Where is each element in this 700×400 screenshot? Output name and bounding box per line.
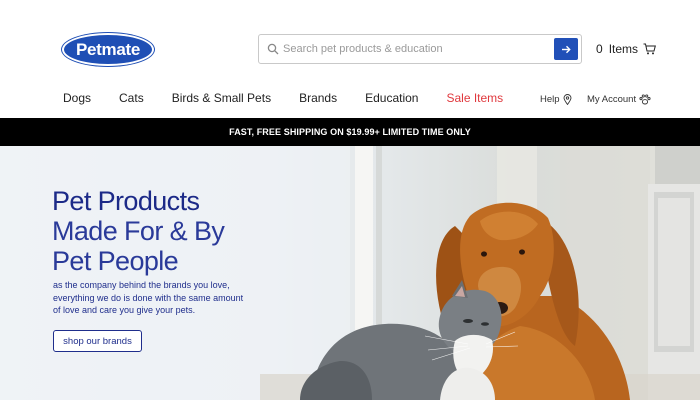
search-input[interactable] [283,39,551,59]
cart-label: Items [608,42,639,56]
shop-our-brands-button[interactable]: shop our brands [53,330,142,352]
help-link[interactable]: Help [540,92,572,106]
logo-text: Petmate [75,39,141,59]
cart-count: 0 [596,42,603,56]
help-label: Help [540,93,560,105]
hero-description: as the company behind the brands you lov… [53,279,253,317]
petmate-logo[interactable]: Petmate [62,33,154,66]
paw-icon [639,93,651,104]
search-submit-button[interactable] [554,38,578,60]
hero-heading-line-3: Pet People [52,246,179,276]
nav-item-dogs[interactable]: Dogs [63,91,91,107]
hero-heading-line-2: Made For & By [52,216,225,246]
arrow-right-icon [562,45,571,53]
my-account-label: My Account [587,93,637,105]
nav-item-sale-items[interactable]: Sale Items [446,91,503,107]
my-account-link[interactable]: My Account [587,92,651,106]
promo-banner: FAST, FREE SHIPPING ON $19.99+ LIMITED T… [0,118,700,146]
promo-text: FAST, FREE SHIPPING ON $19.99+ LIMITED T… [229,127,471,137]
search-bar [258,34,582,64]
main-nav: Dogs Cats Birds & Small Pets Brands Educ… [63,91,531,107]
hero-description-line: everything we do is done with the same a… [53,292,244,303]
hero-heading: Pet Products Made For & By Pet People [52,186,225,276]
nav-item-cats[interactable]: Cats [119,91,144,107]
nav-item-brands[interactable]: Brands [299,91,337,107]
search-icon [267,43,279,55]
cart-link[interactable]: 0 Items [596,41,656,57]
hero-section: Pet Products Made For & By Pet People as… [0,146,700,400]
hero-description-line: as the company behind the brands you lov… [53,280,230,290]
nav-item-education[interactable]: Education [365,91,418,107]
hero-heading-line-1: Pet Products [52,186,200,216]
site-header: Petmate 0 Items Dogs Cats Birds & Small … [0,0,700,118]
nav-item-birds-small-pets[interactable]: Birds & Small Pets [172,91,271,107]
shop-our-brands-label: shop our brands [63,335,132,347]
hero-description-line: of love and care you give your pets. [53,305,196,315]
location-pin-icon [563,93,571,105]
cart-icon [643,43,656,55]
